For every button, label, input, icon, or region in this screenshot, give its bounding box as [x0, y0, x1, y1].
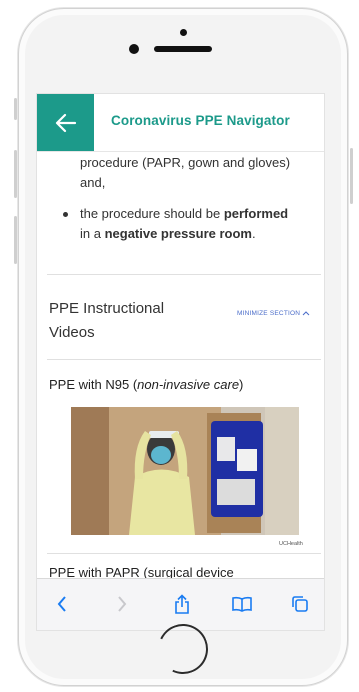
bullet-text-1: procedure (PAPR, gown and gloves) and, — [80, 155, 291, 190]
camera — [180, 29, 187, 36]
bookmarks-icon — [232, 596, 252, 612]
page-title: Coronavirus PPE Navigator — [111, 113, 290, 128]
power-button — [350, 148, 353, 204]
video-title-n95: PPE with N95 (non-invasive care) — [49, 377, 244, 392]
share-button[interactable] — [171, 593, 193, 615]
mute-switch — [14, 98, 17, 120]
bullet-text-2: the procedure should be performed in a n… — [80, 206, 289, 241]
bookmarks-button[interactable] — [231, 593, 253, 615]
divider — [47, 274, 321, 275]
chevron-up-icon — [302, 311, 310, 316]
arrow-left-icon — [55, 113, 76, 132]
uchealth-logo: UCHealth — [279, 541, 303, 547]
back-nav-button[interactable] — [51, 593, 73, 615]
tabs-button[interactable] — [289, 593, 311, 615]
section-title: PPE Instructional Videos — [49, 300, 165, 341]
forward-icon — [118, 596, 127, 612]
back-button[interactable] — [37, 94, 94, 151]
main-content: procedure (PAPR, gown and gloves) and, t… — [37, 151, 324, 578]
video-title-papr: PPE with PAPR (surgical device — [49, 565, 234, 578]
forward-nav-button[interactable] — [111, 593, 133, 615]
screen: Coronavirus PPE Navigator procedure (PAP… — [36, 93, 325, 631]
bullet-dot — [63, 212, 68, 217]
back-icon — [57, 596, 66, 612]
tabs-icon — [292, 596, 308, 612]
front-camera — [129, 44, 139, 54]
divider — [47, 553, 321, 554]
video-thumbnail[interactable] — [71, 407, 299, 535]
volume-down-button — [14, 216, 17, 264]
share-icon — [175, 594, 189, 614]
minimize-section-button[interactable]: MINIMIZE SECTION — [237, 310, 310, 317]
app-header: Coronavirus PPE Navigator — [37, 94, 324, 152]
divider — [47, 359, 321, 360]
video-frame-image — [71, 407, 299, 535]
earpiece-speaker — [154, 46, 212, 52]
volume-up-button — [14, 150, 17, 198]
